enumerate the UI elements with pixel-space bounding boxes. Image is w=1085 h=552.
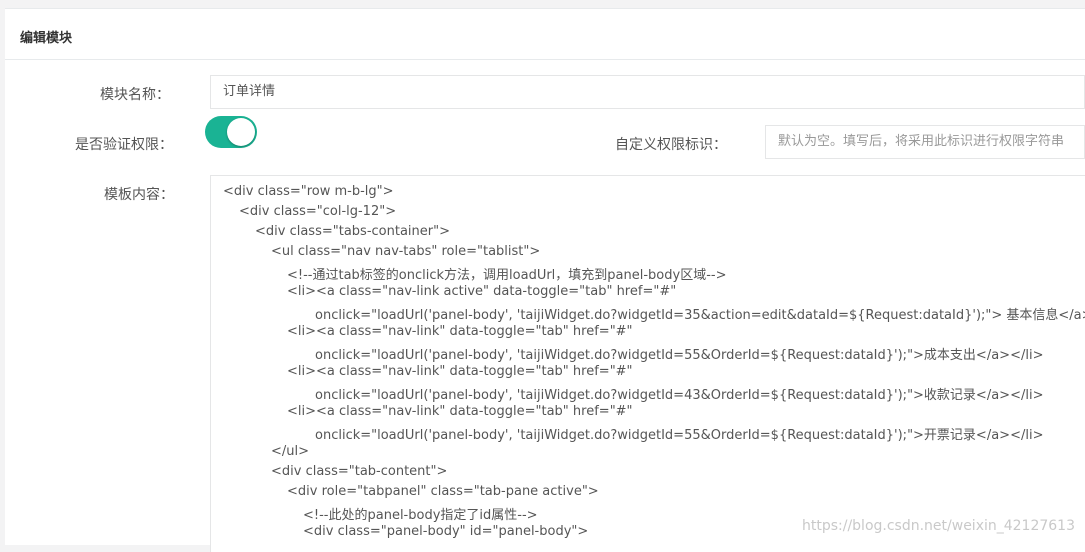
template-label: 模板内容： <box>104 187 174 203</box>
code-line: <div class="tab-content"> <box>271 464 448 479</box>
module-name-label: 模块名称： <box>100 87 170 103</box>
code-line: <div class="row m-b-lg"> <box>223 184 394 199</box>
code-line: onclick="loadUrl('panel-body', 'taijiWid… <box>315 428 1044 443</box>
code-line: <div class="tabs-container"> <box>255 224 450 239</box>
code-line: <ul class="nav nav-tabs" role="tablist"> <box>271 244 541 259</box>
panel-title: 编辑模块 <box>20 31 73 46</box>
code-line: <li><a class="nav-link" data-toggle="tab… <box>287 364 633 379</box>
custom-auth-input[interactable]: 默认为空。填写后，将采用此标识进行权限字符串 <box>765 125 1085 159</box>
code-line: <!--此处的panel-body指定了id属性--> <box>303 508 538 523</box>
code-line: <div class="panel-body" id="panel-body"> <box>303 524 589 539</box>
code-line: onclick="loadUrl('panel-body', 'taijiWid… <box>315 388 1044 403</box>
toggle-knob <box>227 118 255 146</box>
custom-auth-label: 自定义权限标识： <box>615 137 727 153</box>
module-name-input[interactable]: 订单详情 <box>210 75 1085 109</box>
panel-header: 编辑模块 <box>5 9 1085 60</box>
auth-toggle[interactable] <box>205 116 257 148</box>
code-line: </ul> <box>271 444 310 459</box>
auth-label: 是否验证权限： <box>75 137 173 153</box>
code-line: onclick="loadUrl('panel-body', 'taijiWid… <box>315 308 1085 323</box>
watermark: https://blog.csdn.net/weixin_42127613 <box>801 518 1075 534</box>
code-line: onclick="loadUrl('panel-body', 'taijiWid… <box>315 348 1044 363</box>
code-line: <li><a class="nav-link" data-toggle="tab… <box>287 404 633 419</box>
code-line: <!--通过tab标签的onclick方法，调用loadUrl，填充到panel… <box>287 268 727 283</box>
code-line: <li><a class="nav-link active" data-togg… <box>287 284 677 299</box>
code-line: <li><a class="nav-link" data-toggle="tab… <box>287 324 633 339</box>
custom-auth-placeholder: 默认为空。填写后，将采用此标识进行权限字符串 <box>778 134 1065 149</box>
template-textarea[interactable]: <div class="row m-b-lg"> <div class="col… <box>210 175 1085 552</box>
code-line: <div class="col-lg-12"> <box>239 204 397 219</box>
code-line: <div role="tabpanel" class="tab-pane act… <box>287 484 599 499</box>
module-name-value: 订单详情 <box>223 84 276 99</box>
